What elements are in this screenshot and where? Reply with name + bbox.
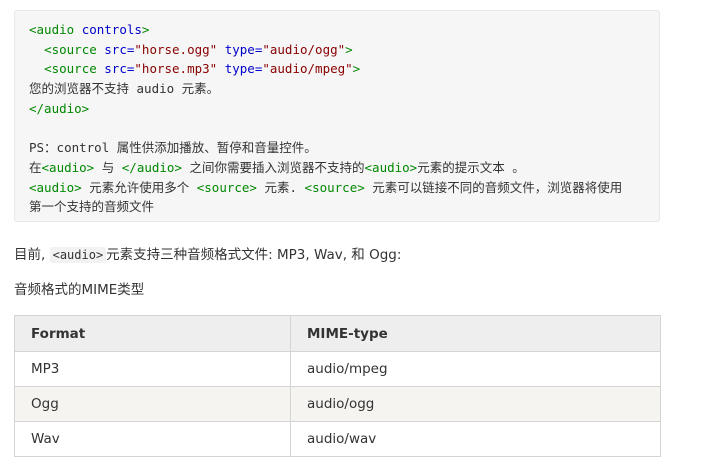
code-tag: <audio> [364,159,418,175]
code-note-first-supported: 第一个支持的音频文件 [29,199,155,215]
code-line-audio-close: </audio> [29,100,90,116]
code-tag: <source> [196,179,257,195]
mime-type-cell: audio/mpeg [290,351,661,387]
code-string: "horse.ogg" [134,41,218,57]
code-attr: src= [104,41,135,57]
code-attr: type= [224,61,263,77]
code-string: "horse.mp3" [134,61,218,77]
note-text: 元素. [256,179,305,195]
column-header-mime-type: MIME-type [290,315,661,352]
code-note-multiple-source: <audio> 元素允许使用多个 <source> 元素. <source> 元… [29,178,645,198]
note-text: 与 [94,159,122,175]
code-attr: type= [224,41,263,57]
code-attr: controls [81,22,142,37]
code-string: "audio/ogg" [262,41,346,57]
column-header-format: Format [14,315,291,352]
table-row: MP3 audio/mpeg [14,351,661,387]
code-line-source-mp3: <source src="horse.mp3" type="audio/mpeg… [29,59,645,79]
note-text: 在 [29,159,42,175]
inline-code-audio: <audio> [49,247,107,263]
code-tag: > [345,41,353,57]
intro-text: 元素支持三种音频格式文件: MP3, Wav, 和 Ogg: [106,247,402,263]
code-tag: <source [44,41,105,57]
code-tag: <source [44,61,105,77]
code-tag: > [141,22,150,37]
format-cell: MP3 [14,351,291,387]
mime-heading: 音频格式的MIME类型 [14,282,145,298]
code-ps-note: PS：control 属性供添加播放、暂停和音量控件。 [29,140,317,156]
code-string: "audio/mpeg" [262,61,353,77]
code-tag: <audio [29,22,82,37]
table-header-row: Format MIME-type [14,315,661,352]
intro-text: 目前, [14,247,50,263]
mime-type-cell: audio/ogg [290,386,661,422]
code-tag: <source> [304,179,365,195]
note-text: 元素允许使用多个 [81,179,197,195]
mime-type-table: Format MIME-type MP3 audio/mpeg Ogg audi… [14,315,661,457]
note-text: 元素的提示文本 。 [417,159,525,175]
format-cell: Wav [14,421,291,457]
code-line-audio-open: <audio controls> [29,20,645,40]
code-tag: > [352,61,361,77]
code-note-fallback: 在<audio> 与 </audio> 之间你需要插入浏览器不支持的<audio… [29,158,645,178]
code-example-box: <audio controls> <source src="horse.ogg"… [14,10,660,222]
code-tag: <audio> [41,159,95,175]
code-line-fallback-text: 您的浏览器不支持 audio 元素。 [29,81,220,97]
table-row: Wav audio/wav [14,421,661,457]
code-attr: src= [104,61,135,77]
code-tag: <audio> [29,179,82,195]
table-row: Ogg audio/ogg [14,386,661,422]
code-line-source-ogg: <source src="horse.ogg" type="audio/ogg"… [29,40,645,60]
intro-paragraph: 目前, <audio> 元素支持三种音频格式文件: MP3, Wav, 和 Ogg… [14,243,401,263]
format-cell: Ogg [14,386,291,422]
code-tag: </audio> [121,159,182,175]
note-text: 元素可以链接不同的音频文件，浏览器将使用 [364,179,623,195]
mime-type-cell: audio/wav [290,421,661,457]
note-text: 之间你需要插入浏览器不支持的 [181,159,365,175]
